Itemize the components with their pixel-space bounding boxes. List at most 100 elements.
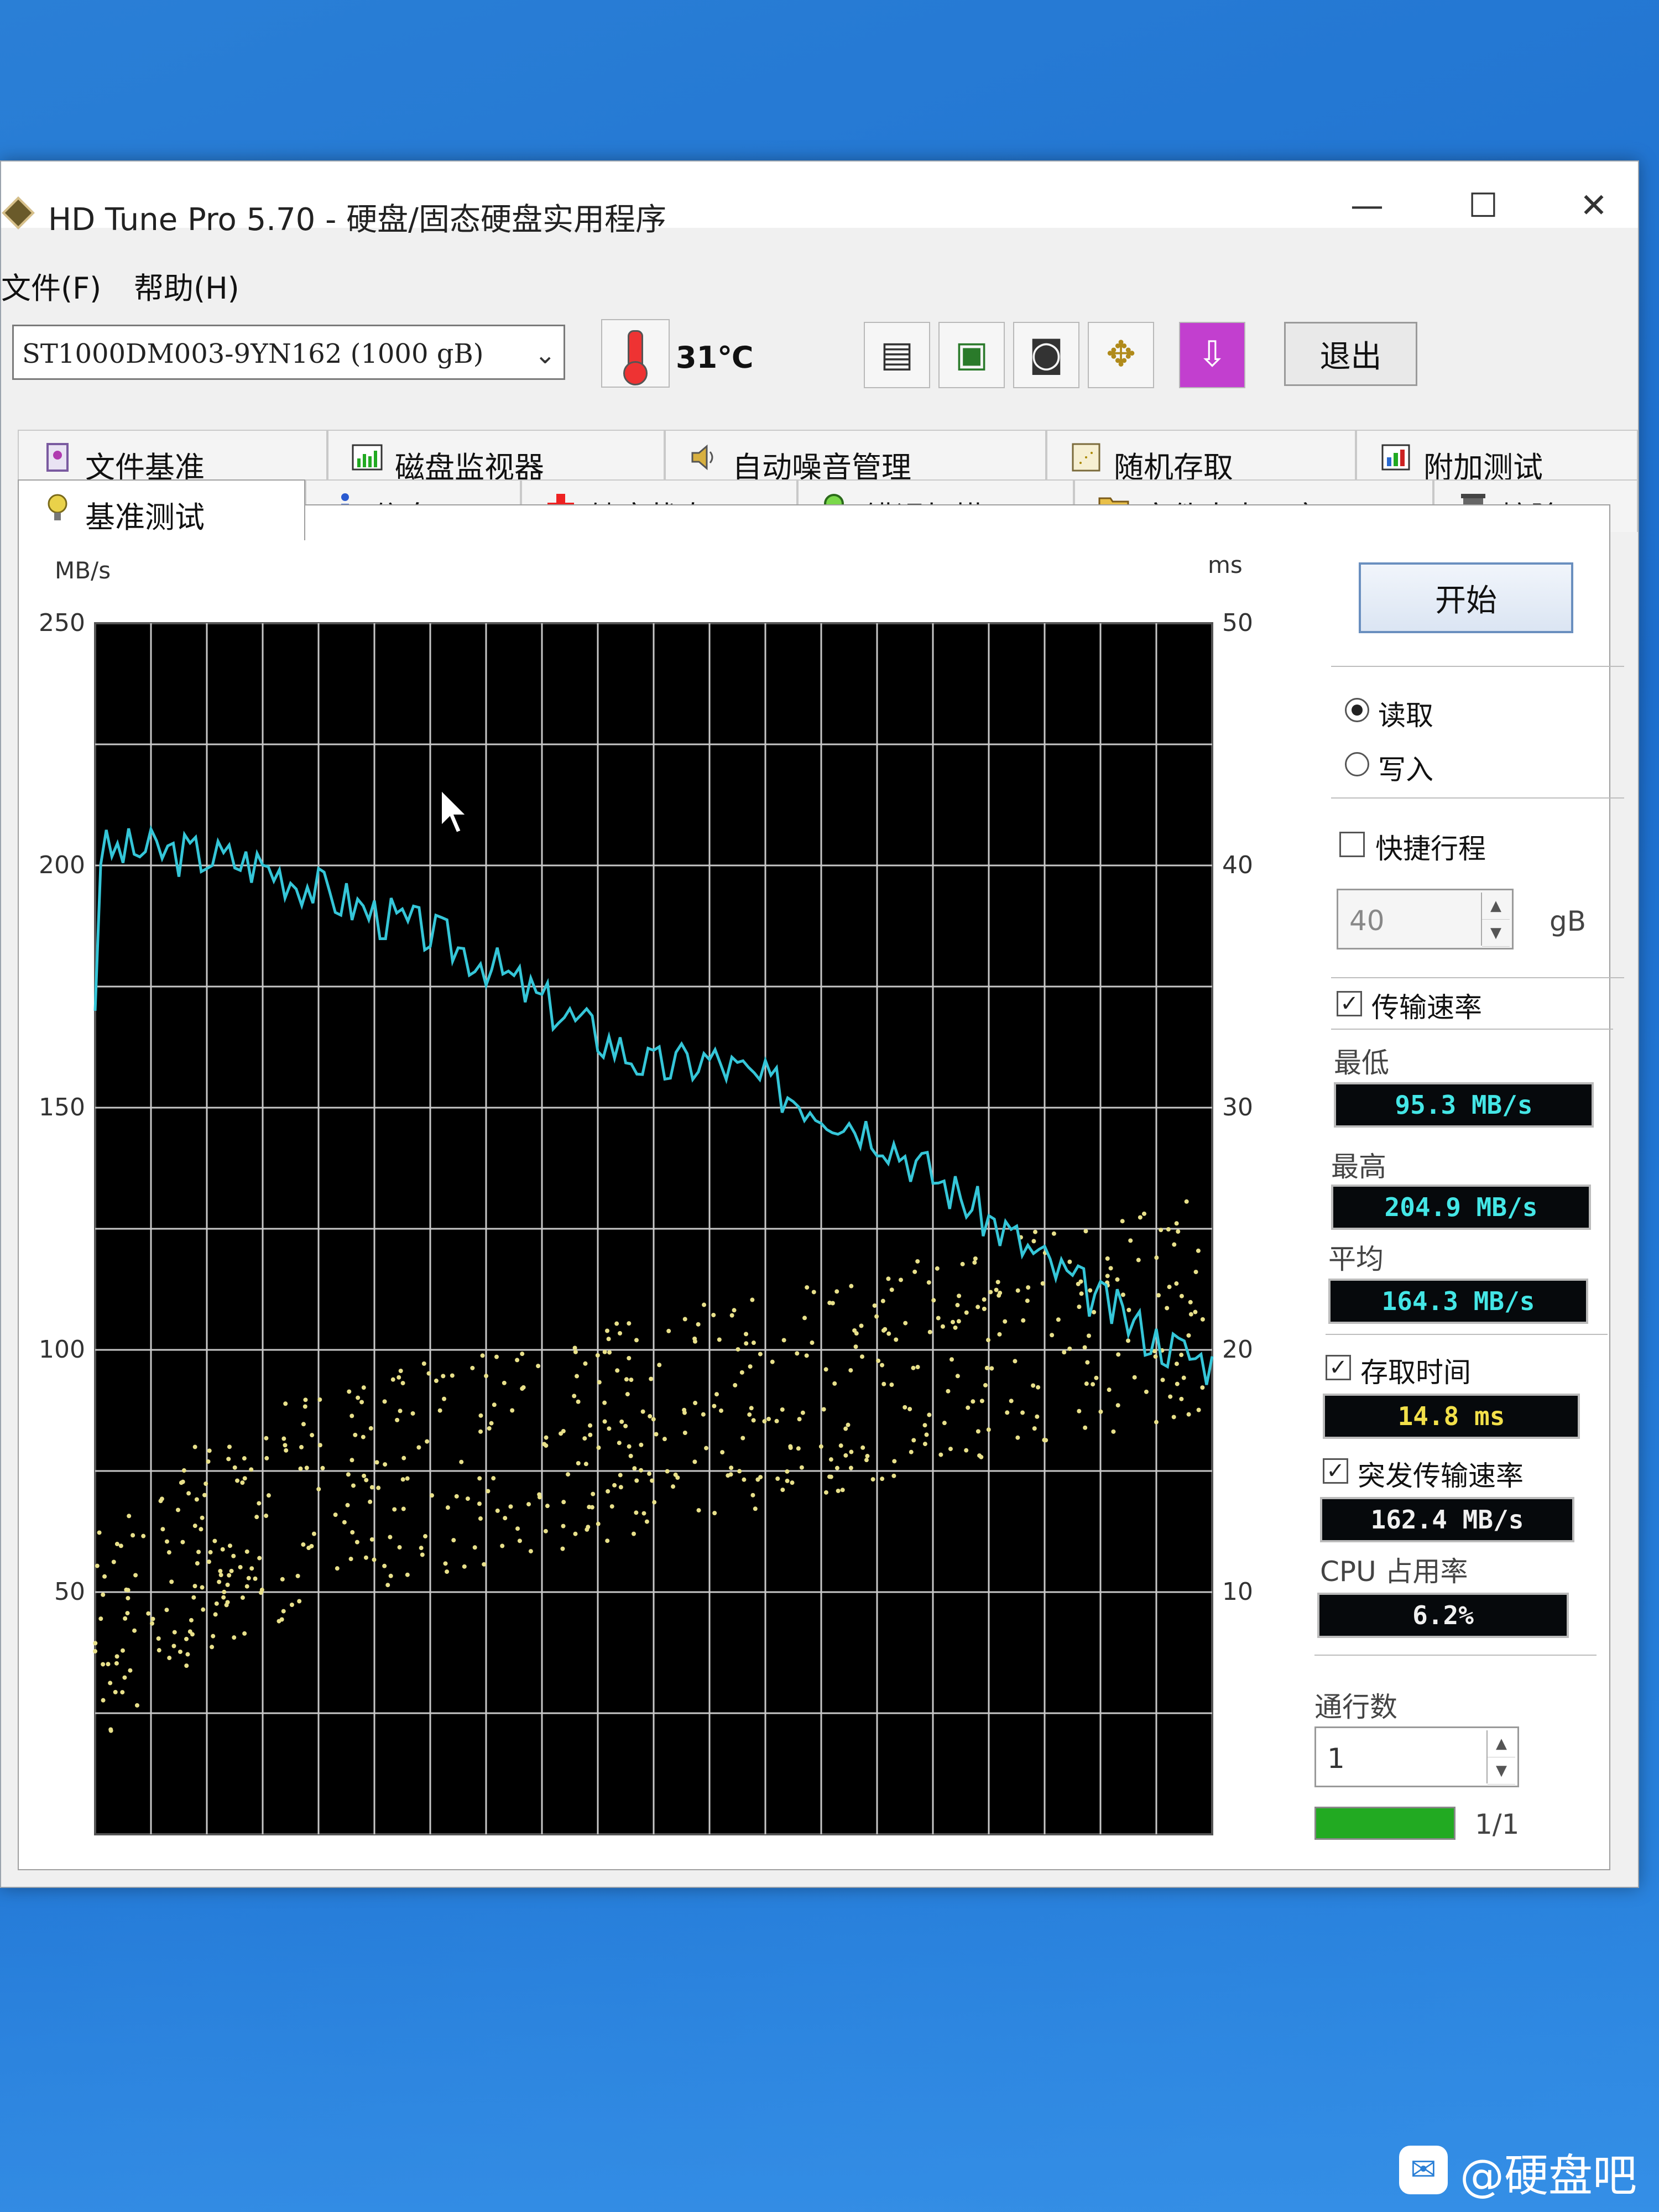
tab-extra-tests[interactable]: 附加测试 [1356,430,1638,485]
access-time-point [922,1423,927,1428]
chevron-up-icon[interactable]: ▲ [1482,893,1510,920]
access-time-point [390,1377,395,1382]
access-time-point [1051,1231,1056,1236]
access-time-point [766,1417,771,1422]
access-time-point [356,1395,361,1400]
save-button[interactable]: ⇩ [1179,322,1245,388]
access-time-point [729,1465,734,1470]
chevron-down-icon[interactable]: ▼ [1482,920,1510,947]
access-time-point [652,1500,657,1505]
copy-screen-button[interactable]: ▣ [938,322,1005,388]
start-button[interactable]: 开始 [1359,562,1573,633]
spinner-buttons[interactable]: ▲ ▼ [1481,893,1510,947]
right-tick-label: 50 [1222,609,1253,637]
access-time-point [682,1317,687,1322]
screenshot-button[interactable]: ◙ [1013,322,1079,388]
right-tick-label: 30 [1222,1093,1253,1121]
access-time-point [317,1443,322,1448]
read-label: 读取 [1378,700,1433,732]
app-window: HD Tune Pro 5.70 - 硬盘/固态硬盘实用程序 — ☐ ✕ 文件(… [0,160,1639,1888]
access-time-point [520,1386,525,1391]
file-benchmark-icon [46,443,69,472]
access-time-point [886,1331,891,1336]
read-radio[interactable] [1345,698,1369,722]
access-time-point [936,1316,941,1321]
watermark-text: @硬盘吧 [1460,2150,1637,2201]
access-time-point [979,1454,984,1459]
copy-text-icon: ▤ [880,334,914,375]
tab-file-benchmark[interactable]: 文件基准 [18,430,327,485]
access-time-point [605,1328,610,1333]
chevron-up-icon[interactable]: ▲ [1488,1730,1515,1757]
access-time-point [964,1448,969,1453]
access-time-point [739,1370,744,1375]
access-time-point [354,1540,359,1545]
minimize-button[interactable]: — [1334,184,1400,228]
menu-file[interactable]: 文件(F) [1,264,101,307]
access-time-point [421,1361,426,1366]
access-time-point [283,1443,288,1448]
burst-rate-checkbox[interactable]: ✓ [1323,1458,1348,1484]
access-time-point [1013,1359,1018,1364]
tab-random-access[interactable]: 随机存取 [1046,430,1356,485]
access-time-checkbox[interactable]: ✓ [1326,1355,1351,1380]
access-time-point [462,1564,467,1569]
burst-rate-readout: 162.4 MB/s [1320,1497,1574,1542]
access-time-point [311,1531,316,1536]
access-time-point [382,1399,387,1404]
access-time-point [935,1266,940,1271]
access-time-point [400,1381,405,1386]
access-time-point [348,1557,353,1562]
access-time-point [607,1350,612,1355]
copy-text-button[interactable]: ▤ [864,322,930,388]
access-time-point [374,1460,379,1465]
maximize-button[interactable]: ☐ [1450,184,1516,228]
access-time-point [1067,1346,1072,1351]
access-time-point [369,1485,374,1490]
access-time-point [146,1611,151,1616]
access-time-point [619,1419,624,1424]
options-button[interactable]: ✥ [1088,322,1154,388]
access-time-point [158,1499,163,1504]
access-time-point [750,1493,755,1498]
access-time-point [1172,1242,1177,1247]
close-button[interactable]: ✕ [1561,184,1627,228]
access-time-point [227,1444,232,1449]
access-time-point [359,1400,364,1405]
access-time-point [602,1419,607,1424]
chevron-down-icon[interactable]: ▼ [1488,1757,1515,1785]
access-time-point [729,1313,734,1318]
access-time-point [744,1332,749,1337]
access-time-point [735,1347,740,1352]
access-time-point [712,1511,717,1516]
access-time-point [478,1429,483,1434]
right-tick-label: 10 [1222,1578,1253,1606]
tab-benchmark[interactable]: 基准测试 [18,479,305,540]
access-time-point [950,1319,955,1324]
short-stroke-checkbox[interactable] [1339,832,1365,857]
access-time-point [419,1546,424,1551]
spinner-buttons[interactable]: ▲ ▼ [1486,1730,1515,1785]
tabs-top-row: 文件基准 磁盘监视器 自动噪音管理 随机存取 附加测试 [18,430,1638,485]
exit-button[interactable]: 退出 [1284,322,1417,386]
write-radio[interactable] [1345,752,1369,776]
access-time-point [618,1331,623,1336]
access-time-point [244,1549,249,1554]
access-time-point [960,1261,965,1266]
transfer-rate-checkbox[interactable]: ✓ [1337,991,1362,1016]
access-time-point [902,1405,907,1410]
drive-select[interactable]: ST1000DM003-9YN162 (1000 gB) ⌄ [12,325,565,380]
access-time-point [210,1645,215,1650]
access-time-point [538,1495,542,1500]
access-time-point [665,1469,670,1474]
menu-help[interactable]: 帮助(H) [134,264,239,307]
access-time-point [264,1436,269,1441]
short-stroke-spinner[interactable]: 40 ▲ ▼ [1337,889,1514,950]
access-time-point [795,1351,800,1356]
tab-disk-monitor[interactable]: 磁盘监视器 [327,430,665,485]
tab-noise-management[interactable]: 自动噪音管理 [665,430,1046,485]
access-time-point [283,1401,288,1406]
access-time-point [575,1374,580,1379]
passes-spinner[interactable]: 1 ▲ ▼ [1314,1726,1519,1787]
access-time-point [441,1374,446,1379]
